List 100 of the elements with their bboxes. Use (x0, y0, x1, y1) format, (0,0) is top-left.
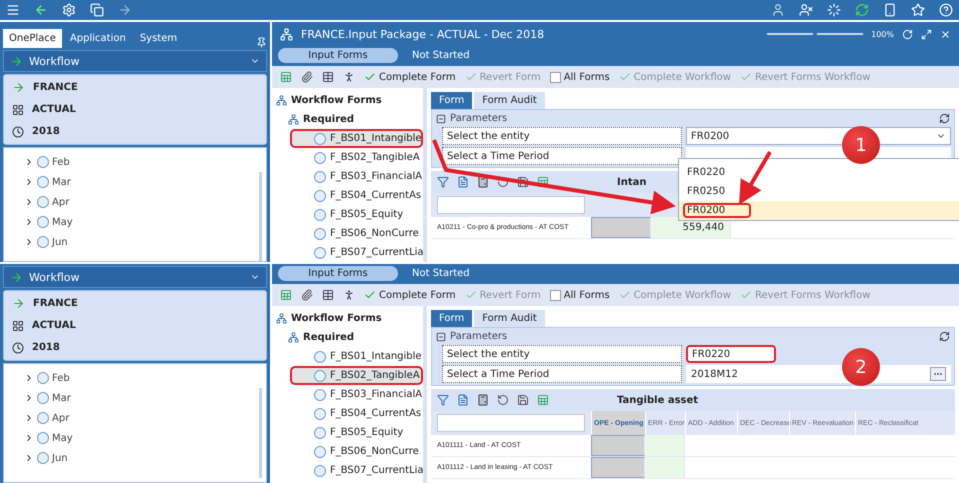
status-circle-icon (37, 372, 49, 384)
check-icon (464, 71, 477, 83)
tree-item[interactable]: F_BS03_FinancialA (290, 167, 423, 186)
table-cell[interactable] (591, 217, 651, 238)
form-tab[interactable]: Form (431, 310, 472, 327)
parameter-label: Select the entity (442, 127, 682, 145)
status-circle-icon (37, 156, 49, 168)
scrollbar[interactable] (259, 172, 262, 261)
copy-icon (90, 3, 104, 17)
month-item[interactable]: Mar (24, 174, 266, 190)
panel-tab[interactable]: Application (64, 29, 132, 48)
month-item[interactable]: Feb (24, 370, 266, 386)
parameter-value[interactable]: FR0220 (686, 345, 776, 363)
search-field[interactable] (437, 196, 585, 214)
excel-icon (280, 289, 292, 301)
tree-node[interactable]: Workflow Forms (276, 91, 423, 110)
form-tab[interactable]: Form (431, 92, 472, 109)
refresh-icon (902, 28, 913, 40)
dropdown-option[interactable]: FR0220 (679, 163, 959, 182)
status-circle-icon (314, 228, 326, 240)
arrow-right-icon (12, 81, 25, 94)
tree-item[interactable]: F_BS01_Intangible (290, 129, 423, 148)
month-item[interactable]: Apr (24, 194, 266, 210)
person-icon (343, 71, 355, 83)
panel-tab[interactable]: System (134, 29, 184, 48)
status-circle-icon (314, 190, 326, 202)
tree-item[interactable]: F_BS07_CurrentLia (290, 243, 423, 262)
month-item[interactable]: Feb (24, 154, 266, 170)
tree-item[interactable]: F_BS02_TangibleA (290, 366, 423, 385)
tree-node[interactable]: Required (276, 328, 423, 347)
user-icon (799, 3, 813, 17)
search-field[interactable] (437, 414, 585, 432)
table-cell[interactable] (591, 457, 645, 478)
tree-item[interactable]: F_BS01_Intangible (290, 347, 423, 366)
workflow-header[interactable]: Workflow (3, 50, 267, 72)
tree-item[interactable]: F_BS04_CurrentAs (290, 404, 423, 423)
status-circle-icon (314, 152, 326, 164)
excel-icon (537, 176, 549, 188)
save-icon (517, 394, 529, 406)
form-tab[interactable]: Form Audit (474, 92, 545, 109)
status-circle-icon (37, 412, 49, 424)
parameters-title: Parameters (450, 331, 508, 342)
all-forms-checkbox[interactable]: All Forms (550, 72, 610, 82)
tree-item[interactable]: F_BS06_NonCurre (290, 224, 423, 243)
month-item[interactable]: Apr (24, 410, 266, 426)
check-icon (740, 289, 752, 301)
month-item[interactable]: Mar (24, 390, 266, 406)
status-circle-icon (314, 388, 326, 400)
tree-item[interactable]: F_BS07_CurrentLia (290, 461, 423, 480)
workflow-header[interactable]: Workflow (3, 266, 267, 288)
all-forms-checkbox[interactable]: All Forms (550, 290, 610, 300)
tree-item[interactable]: F_BS05_Equity (290, 205, 423, 224)
arrow-right-icon (12, 297, 25, 310)
dropdown-option[interactable]: FR0250 (679, 182, 959, 201)
document-icon (457, 176, 469, 188)
paperclip-icon (301, 71, 313, 83)
toolbar-button[interactable]: Complete Form (364, 289, 456, 301)
month-item[interactable]: May (24, 430, 266, 446)
table-cell[interactable] (591, 435, 645, 456)
input-forms-button[interactable]: Input Forms (278, 48, 398, 62)
menu-icon (6, 3, 20, 17)
check-icon (618, 71, 631, 83)
dropdown-option[interactable]: FR0200 (679, 201, 959, 220)
status-circle-icon (314, 246, 326, 258)
tree-item[interactable]: F_BS04_CurrentAs (290, 186, 423, 205)
collapse-icon (436, 332, 446, 342)
collapse-icon (436, 114, 446, 124)
input-forms-button[interactable]: Input Forms (278, 266, 398, 280)
picker-button[interactable] (930, 367, 946, 381)
user-icon (771, 3, 785, 17)
calculator-icon (477, 176, 489, 188)
filter-icon (437, 176, 449, 188)
tree-node[interactable]: Workflow Forms (276, 309, 423, 328)
tree-item[interactable]: F_BS06_NonCurre (290, 442, 423, 461)
month-item[interactable]: Jun (24, 450, 266, 466)
parameters-title: Parameters (450, 113, 508, 124)
status-circle-icon (37, 196, 49, 208)
tree-item[interactable]: F_BS02_TangibleA (290, 148, 423, 167)
tree-item[interactable]: F_BS05_Equity (290, 423, 423, 442)
status-circle-icon (37, 392, 49, 404)
arrow-right-icon (10, 54, 23, 68)
status-text: Not Started (412, 268, 470, 278)
status-circle-icon (37, 236, 49, 248)
month-item[interactable]: May (24, 214, 266, 230)
tree-item[interactable]: F_BS03_FinancialA (290, 385, 423, 404)
scrollbar[interactable] (259, 388, 262, 478)
tree-node[interactable]: Required (276, 110, 423, 129)
check-icon (618, 289, 631, 301)
settings-icon (62, 3, 76, 17)
status-circle-icon (314, 446, 326, 458)
document-icon (457, 394, 469, 406)
table-icon (322, 71, 334, 83)
status-circle-icon (37, 176, 49, 188)
toolbar-button[interactable]: Complete Form (364, 71, 456, 83)
status-circle-icon (314, 370, 326, 382)
month-item[interactable]: Jun (24, 234, 266, 250)
form-tab[interactable]: Form Audit (474, 310, 545, 327)
arrow-right-icon (10, 270, 23, 284)
panel-tab[interactable]: OnePlace (3, 29, 62, 48)
status-text: Not Started (412, 50, 470, 60)
